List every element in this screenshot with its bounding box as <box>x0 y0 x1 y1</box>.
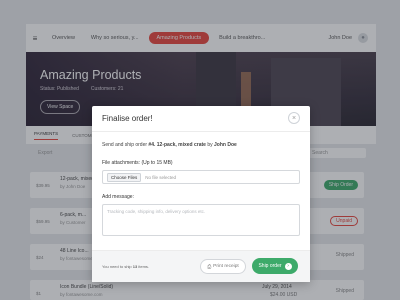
ship-count-note: You need to ship 13 items. <box>102 264 149 269</box>
finalise-order-modal: Finalise order! × Send and ship order #4… <box>92 106 310 282</box>
note-prefix: You need to ship <box>102 264 133 269</box>
close-icon[interactable]: × <box>288 112 300 124</box>
print-receipt-button[interactable]: ⎙ Print receipt <box>200 259 246 274</box>
desc-customer: John Doe <box>214 142 237 148</box>
note-suffix: items. <box>137 264 150 269</box>
chevron-right-icon: › <box>284 262 292 270</box>
modal-title: Finalise order! <box>102 114 153 123</box>
choose-files-button[interactable]: Choose Files <box>107 172 142 182</box>
attachments-label: File attachments: (Up to 15 MB) <box>102 160 173 166</box>
printer-icon: ⎙ <box>207 264 212 270</box>
message-textarea[interactable]: Tracking code, shipping info, delivery o… <box>102 204 300 236</box>
desc-mid: by <box>205 142 215 148</box>
modal-footer: You need to ship 13 items. ⎙ Print recei… <box>92 250 310 282</box>
message-label: Add message: <box>102 194 134 200</box>
desc-order: #4. 12-pack, mixed crate <box>148 142 206 148</box>
desc-prefix: Send and ship order <box>102 142 149 148</box>
ship-order-label: Ship order <box>258 263 282 269</box>
ship-order-button[interactable]: Ship order › <box>252 258 298 274</box>
modal-description: Send and ship order #4. 12-pack, mixed c… <box>102 142 237 148</box>
modal-header: Finalise order! × <box>92 106 310 132</box>
print-receipt-label: Print receipt <box>213 264 239 269</box>
no-file-text: No file selected <box>145 174 177 180</box>
file-input[interactable]: Choose Files No file selected <box>102 170 300 184</box>
